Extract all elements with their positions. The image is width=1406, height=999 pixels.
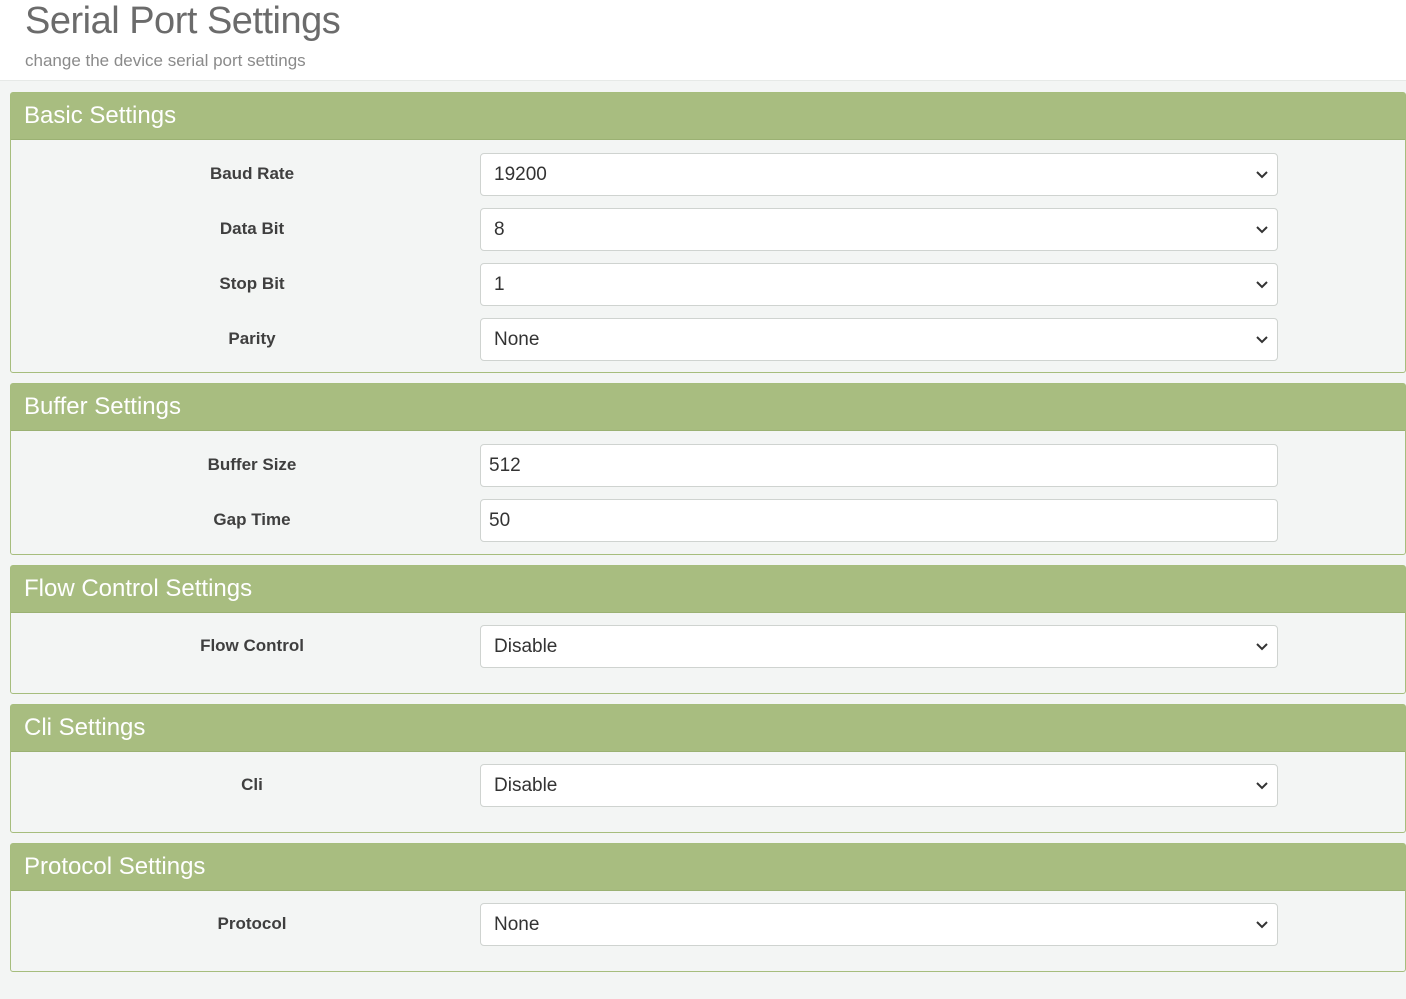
protocol-settings-panel: Protocol Settings Protocol None [10, 843, 1406, 972]
basic-settings-panel: Basic Settings Baud Rate 19200 Data Bit … [10, 92, 1406, 373]
chevron-down-icon [1256, 171, 1268, 179]
protocol-row: Protocol None [11, 903, 1405, 946]
chevron-down-icon [1256, 226, 1268, 234]
cli-label: Cli [241, 775, 263, 794]
panel-title: Cli Settings [24, 714, 146, 741]
stop-bit-row: Stop Bit 1 [11, 263, 1405, 306]
panel-title: Basic Settings [24, 102, 177, 129]
parity-row: Parity None [11, 318, 1405, 361]
chevron-down-icon [1256, 921, 1268, 929]
protocol-value: None [494, 914, 540, 935]
panel-heading: Cli Settings [11, 705, 1405, 752]
page-header: Serial Port Settings change the device s… [0, 0, 1406, 81]
flow-control-settings-panel: Flow Control Settings Flow Control Disab… [10, 565, 1406, 694]
panel-heading: Buffer Settings [11, 384, 1405, 431]
panel-heading: Flow Control Settings [11, 566, 1405, 613]
protocol-label: Protocol [217, 914, 287, 933]
stop-bit-value: 1 [494, 274, 505, 295]
cli-select[interactable]: Disable [480, 764, 1278, 807]
stop-bit-label: Stop Bit [219, 274, 285, 293]
panel-heading: Protocol Settings [11, 844, 1405, 891]
panel-title: Flow Control Settings [24, 575, 253, 602]
gap-time-row: Gap Time 50 [11, 499, 1405, 542]
buffer-size-label: Buffer Size [207, 455, 297, 474]
cli-settings-panel: Cli Settings Cli Disable [10, 704, 1406, 833]
data-bit-select[interactable]: 8 [480, 208, 1278, 251]
baud-rate-value: 19200 [494, 164, 547, 185]
buffer-size-value: 512 [489, 455, 521, 476]
chevron-down-icon [1256, 643, 1268, 651]
gap-time-input[interactable]: 50 [480, 499, 1278, 542]
panel-title: Protocol Settings [24, 853, 206, 880]
cli-value: Disable [494, 775, 558, 796]
buffer-size-row: Buffer Size 512 [11, 444, 1405, 487]
gap-time-label: Gap Time [213, 510, 291, 529]
parity-select[interactable]: None [480, 318, 1278, 361]
buffer-size-input[interactable]: 512 [480, 444, 1278, 487]
baud-rate-label: Baud Rate [209, 164, 295, 183]
baud-rate-select[interactable]: 19200 [480, 153, 1278, 196]
flow-control-label: Flow Control [200, 636, 304, 655]
baud-rate-row: Baud Rate 19200 [11, 153, 1405, 196]
cli-row: Cli Disable [11, 764, 1405, 807]
gap-time-value: 50 [489, 510, 511, 531]
chevron-down-icon [1256, 281, 1268, 289]
page-subtitle: change the device serial port settings [25, 51, 306, 70]
data-bit-label: Data Bit [219, 219, 285, 238]
chevron-down-icon [1256, 782, 1268, 790]
data-bit-value: 8 [494, 219, 505, 240]
parity-label: Parity [228, 329, 276, 348]
flow-control-value: Disable [494, 636, 558, 657]
parity-value: None [494, 329, 540, 350]
page-title: Serial Port Settings [25, 0, 341, 42]
flow-control-row: Flow Control Disable [11, 625, 1405, 668]
flow-control-select[interactable]: Disable [480, 625, 1278, 668]
protocol-select[interactable]: None [480, 903, 1278, 946]
data-bit-row: Data Bit 8 [11, 208, 1405, 251]
stop-bit-select[interactable]: 1 [480, 263, 1278, 306]
panel-heading: Basic Settings [11, 93, 1405, 140]
buffer-settings-panel: Buffer Settings Buffer Size 512 Gap Time… [10, 383, 1406, 555]
panel-title: Buffer Settings [24, 393, 181, 420]
chevron-down-icon [1256, 336, 1268, 344]
